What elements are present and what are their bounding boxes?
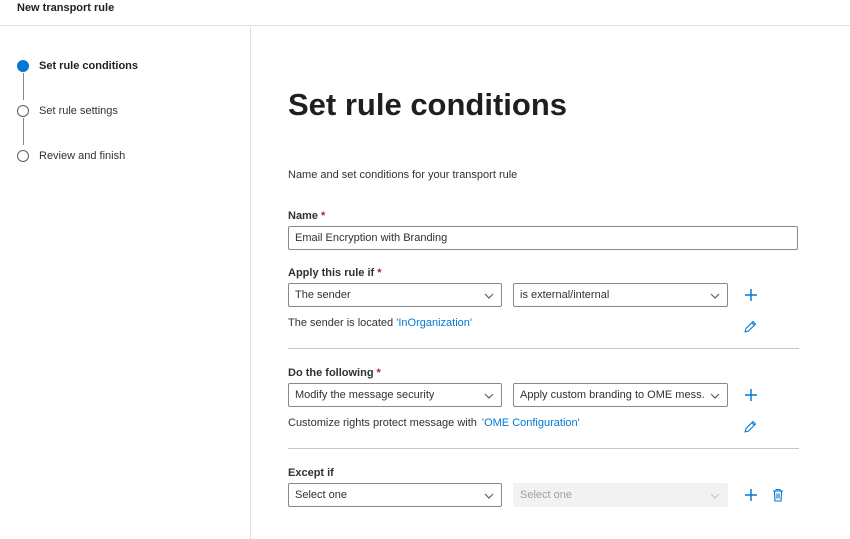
apply-if-summary: The sender is located 'InOrganization' (288, 317, 472, 329)
step-connector (23, 118, 24, 145)
wizard-steps: Set rule conditions Set rule settings Re… (0, 27, 251, 539)
step-connector (23, 73, 24, 100)
apply-if-condition-dropdown[interactable]: The sender (288, 283, 502, 307)
top-bar: New transport rule (0, 0, 850, 26)
edit-condition-button[interactable] (742, 319, 758, 335)
apply-if-label-text: Apply this rule if (288, 267, 375, 279)
condition-value-link[interactable]: 'InOrganization' (396, 317, 472, 329)
add-icon (745, 489, 757, 501)
add-exception-button[interactable] (743, 487, 759, 503)
step-label: Set rule conditions (39, 60, 139, 72)
do-following-label-text: Do the following (288, 367, 374, 379)
step-pending-icon (17, 150, 29, 162)
app-title: New transport rule (17, 2, 115, 14)
apply-if-label: Apply this rule if * (288, 267, 381, 279)
required-marker: * (376, 367, 381, 379)
required-marker: * (320, 210, 326, 222)
rule-name-input[interactable] (288, 226, 798, 250)
required-marker: * (377, 267, 382, 279)
except-if-condition-dropdown[interactable]: Select one (288, 483, 502, 507)
name-label: Name * (288, 210, 325, 222)
chevron-down-icon (484, 293, 494, 299)
do-following-label: Do the following * (288, 367, 381, 379)
step-label: Review and finish (39, 150, 126, 162)
chevron-down-icon (710, 393, 720, 399)
action-value-link[interactable]: 'OME Configuration' (482, 417, 580, 429)
chevron-down-icon (484, 493, 494, 499)
step-label: Set rule settings (39, 105, 118, 117)
name-label-text: Name (288, 210, 318, 222)
delete-exception-button[interactable] (770, 487, 786, 503)
section-divider (288, 448, 799, 449)
dropdown-value: The sender (295, 289, 351, 301)
add-icon (745, 389, 757, 401)
edit-icon (744, 420, 757, 433)
dropdown-value: Modify the message security (295, 389, 435, 401)
action-option-dropdown[interactable]: Apply custom branding to OME mess... (513, 383, 728, 407)
edit-icon (744, 320, 757, 333)
delete-icon (773, 488, 783, 502)
section-divider (288, 348, 799, 349)
dropdown-value: is external/internal (520, 289, 610, 301)
add-action-button[interactable] (743, 387, 759, 403)
edit-action-button[interactable] (742, 419, 758, 435)
action-dropdown[interactable]: Modify the message security (288, 383, 502, 407)
summary-text: Customize rights protect message with (288, 417, 477, 429)
action-summary: Customize rights protect message with 'O… (288, 417, 580, 429)
dropdown-value: Select one (520, 489, 572, 501)
dropdown-value: Apply custom branding to OME mess... (520, 389, 705, 401)
summary-text: The sender is located (288, 317, 394, 329)
step-pending-icon (17, 105, 29, 117)
except-if-label-text: Except if (288, 467, 334, 479)
dropdown-value: Select one (295, 489, 347, 501)
add-icon (745, 289, 757, 301)
chevron-down-icon (710, 293, 720, 299)
main-panel: Set rule conditions Name and set conditi… (252, 27, 850, 539)
page-description: Name and set conditions for your transpo… (288, 169, 518, 181)
page-title: Set rule conditions (288, 87, 568, 122)
except-if-operator-dropdown: Select one (513, 483, 728, 507)
chevron-down-icon (484, 393, 494, 399)
except-if-label: Except if (288, 467, 334, 479)
step-current-icon (17, 60, 29, 72)
chevron-down-icon (710, 493, 720, 499)
apply-if-operator-dropdown[interactable]: is external/internal (513, 283, 728, 307)
add-condition-button[interactable] (743, 287, 759, 303)
